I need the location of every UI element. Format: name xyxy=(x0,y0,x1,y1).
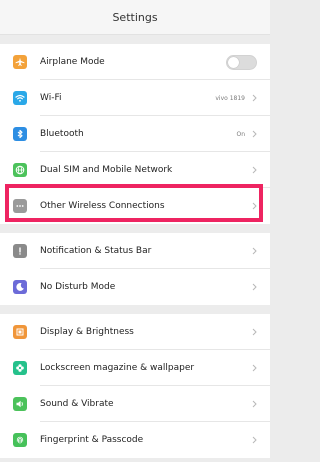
bluetooth-icon xyxy=(13,127,27,141)
airplane-mode-toggle[interactable] xyxy=(226,54,257,70)
setting-label: Other Wireless Connections xyxy=(40,201,165,211)
chevron-right-icon xyxy=(252,202,257,210)
settings-item-airplane-mode[interactable]: Airplane Mode xyxy=(0,44,270,80)
settings-item-other-wireless[interactable]: Other Wireless Connections xyxy=(0,188,270,224)
settings-item-bluetooth[interactable]: Bluetooth On xyxy=(0,116,270,152)
settings-item-notification-status-bar[interactable]: Notification & Status Bar xyxy=(0,233,270,269)
settings-group-connectivity: Airplane Mode Wi-Fi vivo 1819 Bluetooth … xyxy=(0,44,270,224)
chevron-right-icon xyxy=(252,436,257,444)
chevron-right-icon xyxy=(252,247,257,255)
setting-label: Bluetooth xyxy=(40,129,84,139)
section-gap xyxy=(0,35,270,44)
chevron-right-icon xyxy=(252,130,257,138)
flower-icon xyxy=(13,361,27,375)
display-icon xyxy=(13,325,27,339)
setting-label: Airplane Mode xyxy=(40,57,105,67)
settings-item-display-brightness[interactable]: Display & Brightness xyxy=(0,314,270,350)
settings-item-sound-vibrate[interactable]: Sound & Vibrate xyxy=(0,386,270,422)
chevron-right-icon xyxy=(252,328,257,336)
setting-label: Notification & Status Bar xyxy=(40,246,152,256)
settings-group-personalization: Display & Brightness Lockscreen magazine… xyxy=(0,314,270,458)
setting-label: Display & Brightness xyxy=(40,327,134,337)
toggle-knob xyxy=(228,56,239,68)
settings-item-fingerprint-passcode[interactable]: Fingerprint & Passcode xyxy=(0,422,270,458)
setting-label: No Disturb Mode xyxy=(40,282,116,292)
bluetooth-status-value: On xyxy=(236,130,245,138)
settings-group-notifications: Notification & Status Bar No Disturb Mod… xyxy=(0,233,270,305)
speaker-icon xyxy=(13,397,27,411)
chevron-right-icon xyxy=(252,364,257,372)
settings-item-wifi[interactable]: Wi-Fi vivo 1819 xyxy=(0,80,270,116)
chevron-right-icon xyxy=(252,400,257,408)
settings-item-no-disturb[interactable]: No Disturb Mode xyxy=(0,269,270,305)
section-gap xyxy=(0,224,270,233)
setting-label: Sound & Vibrate xyxy=(40,399,114,409)
page-title: Settings xyxy=(112,10,158,24)
fingerprint-icon xyxy=(13,433,27,447)
wifi-network-value: vivo 1819 xyxy=(215,94,245,102)
settings-item-lockscreen-wallpaper[interactable]: Lockscreen magazine & wallpaper xyxy=(0,350,270,386)
more-dots-icon xyxy=(13,199,27,213)
settings-item-dual-sim[interactable]: Dual SIM and Mobile Network xyxy=(0,152,270,188)
chevron-right-icon xyxy=(252,166,257,174)
wifi-icon xyxy=(13,91,27,105)
section-gap xyxy=(0,305,270,314)
chevron-right-icon xyxy=(252,283,257,291)
setting-label: Fingerprint & Passcode xyxy=(40,435,144,445)
notification-icon xyxy=(13,244,27,258)
setting-label: Lockscreen magazine & wallpaper xyxy=(40,363,195,373)
setting-label: Dual SIM and Mobile Network xyxy=(40,165,173,175)
header: Settings xyxy=(0,0,270,35)
moon-icon xyxy=(13,280,27,294)
setting-label: Wi-Fi xyxy=(40,93,62,103)
chevron-right-icon xyxy=(252,94,257,102)
airplane-icon xyxy=(13,55,27,69)
globe-icon xyxy=(13,163,27,177)
